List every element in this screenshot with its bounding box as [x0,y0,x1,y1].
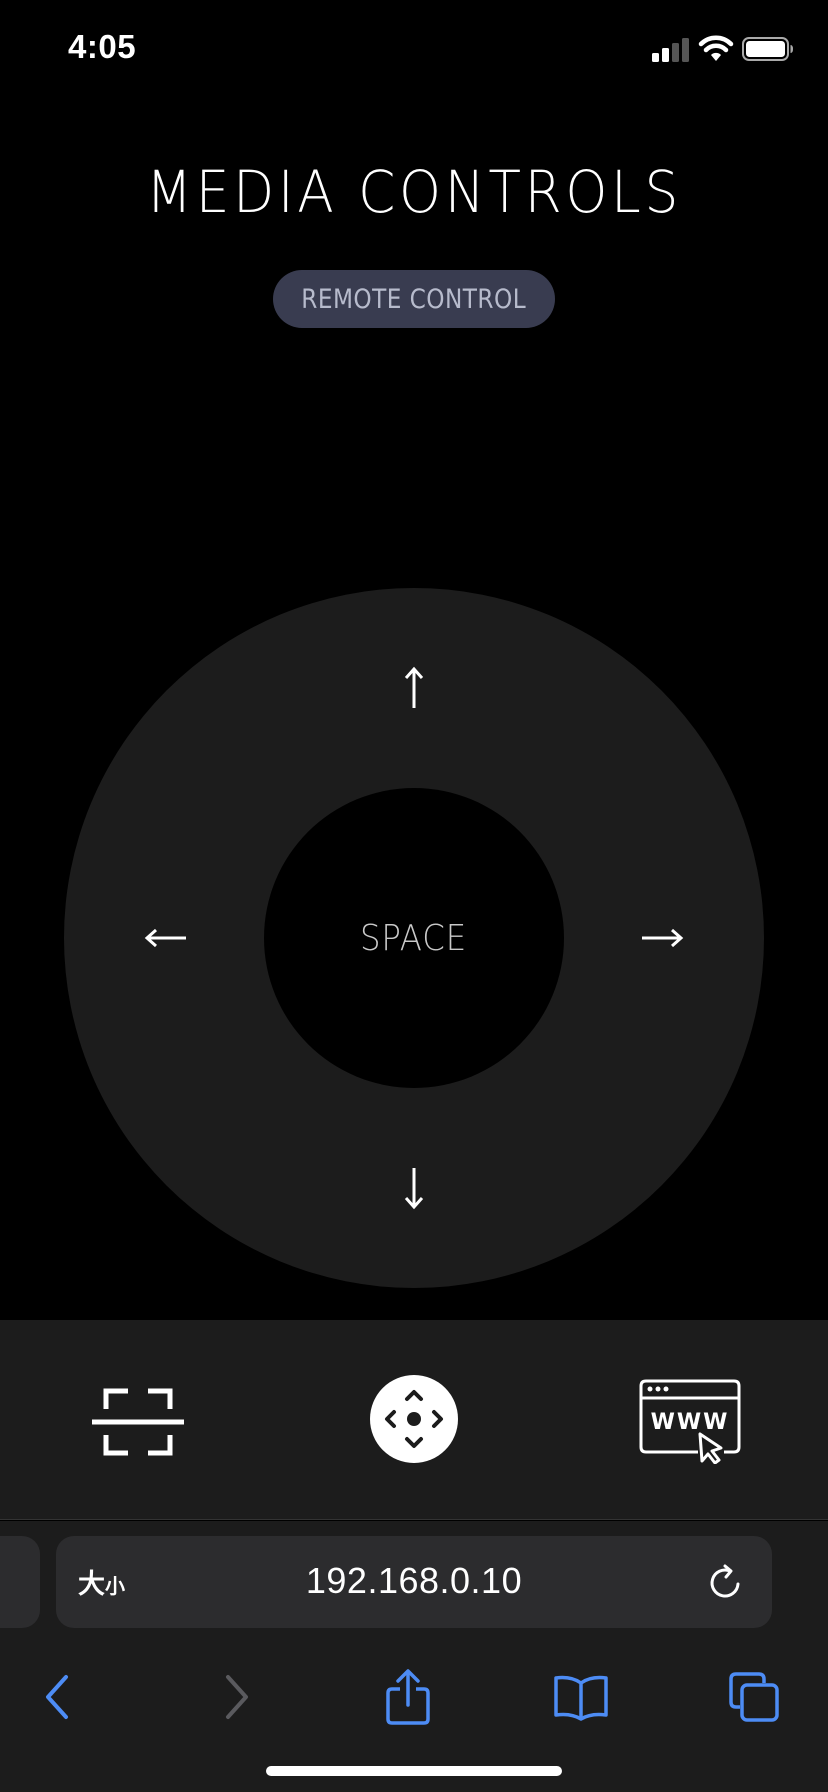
tabs-button[interactable] [724,1667,784,1727]
arrow-up-button[interactable] [374,648,454,728]
fullscreen-button[interactable] [88,1382,188,1462]
remote-control-mode-button[interactable]: REMOTE CONTROL [273,270,555,328]
page-title: MEDIA CONTROLS [145,158,683,226]
browser-nav-row [0,1647,828,1747]
bookmarks-icon [554,1675,608,1721]
back-button[interactable] [28,1667,88,1727]
fullscreen-icon [92,1388,184,1456]
url-text: 192.168.0.10 [305,1560,523,1601]
dpad-icon [385,1390,443,1448]
app-toolbar: WWW [0,1320,828,1520]
arrow-down-icon [404,1168,424,1210]
arrow-left-button[interactable] [126,898,206,978]
home-indicator[interactable] [266,1766,562,1776]
dpad-mode-button[interactable] [370,1375,458,1463]
share-icon [386,1669,430,1725]
reload-icon[interactable] [706,1562,746,1602]
arrow-right-button[interactable] [622,898,702,978]
status-bar: 4:05 [0,0,828,100]
tabs-icon [729,1672,779,1722]
share-button[interactable] [378,1667,438,1727]
dpad-ring: SPACE [64,588,764,1288]
forward-button[interactable] [206,1667,266,1727]
battery-icon [742,37,793,61]
forward-icon [226,1675,248,1719]
status-time: 4:05 [68,28,137,65]
space-button-label: SPACE [360,917,468,959]
arrow-up-icon [404,666,424,708]
browser-bar: 大小 192.168.0.10 [0,1521,828,1792]
address-bar[interactable]: 大小 192.168.0.10 [56,1536,772,1628]
web-browser-icon: WWW [639,1379,741,1464]
bookmarks-button[interactable] [551,1667,611,1727]
svg-text:WWW: WWW [651,1410,730,1435]
arrow-right-icon [642,928,684,948]
previous-tab-preview[interactable] [0,1536,40,1628]
mode-badge-label: REMOTE CONTROL [301,283,527,315]
wifi-icon [698,35,734,61]
cellular-signal-icon [652,38,689,62]
web-browser-button[interactable]: WWW [638,1378,742,1464]
arrow-left-icon [144,928,186,948]
arrow-down-button[interactable] [374,1148,454,1228]
back-icon [46,1675,68,1719]
space-button[interactable]: SPACE [264,788,564,1088]
